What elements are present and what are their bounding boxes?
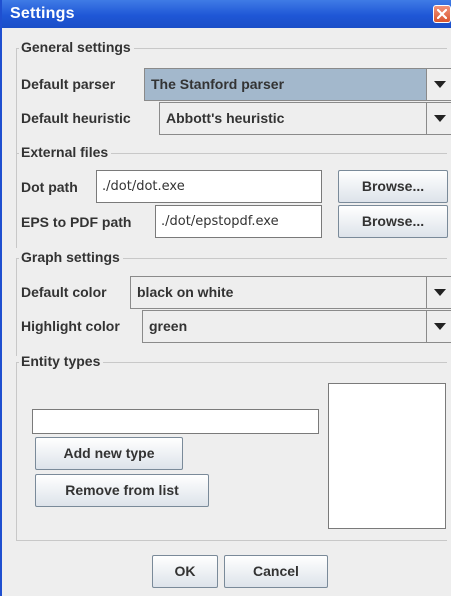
graph-settings-title: Graph settings (19, 249, 123, 265)
default-heuristic-select[interactable]: Abbott's heuristic (159, 102, 451, 135)
general-settings-title: General settings (19, 39, 134, 55)
dot-path-input[interactable] (96, 170, 322, 203)
entity-types-list[interactable] (328, 383, 446, 529)
default-color-select[interactable]: black on white (130, 276, 451, 309)
eps-to-pdf-browse-button[interactable]: Browse... (338, 205, 448, 238)
new-entity-type-input[interactable] (32, 409, 319, 434)
close-button[interactable] (433, 5, 451, 23)
title-bar[interactable]: Settings (2, 0, 451, 28)
highlight-color-label: Highlight color (21, 318, 120, 334)
entity-types-title: Entity types (19, 353, 104, 369)
default-color-value: black on white (137, 284, 234, 300)
external-files-border-left (16, 153, 17, 248)
remove-from-list-button[interactable]: Remove from list (35, 474, 209, 507)
window-title: Settings (10, 5, 75, 22)
default-parser-dropdown-button[interactable] (426, 69, 451, 100)
chevron-down-icon (434, 323, 446, 330)
eps-to-pdf-path-input[interactable] (155, 205, 322, 238)
default-parser-select[interactable]: The Stanford parser (144, 68, 451, 101)
default-parser-label: Default parser (21, 76, 116, 92)
general-settings-border-left (16, 48, 17, 153)
settings-dialog: Settings General settings Default parser… (0, 0, 451, 596)
default-heuristic-value: Abbott's heuristic (166, 110, 285, 126)
graph-settings-border-left (16, 258, 17, 356)
dot-path-browse-button[interactable]: Browse... (338, 170, 448, 203)
ok-button[interactable]: OK (152, 555, 218, 588)
default-color-dropdown-button[interactable] (426, 277, 451, 308)
default-color-label: Default color (21, 284, 107, 300)
chevron-down-icon (434, 115, 446, 122)
chevron-down-icon (434, 81, 446, 88)
entity-types-border-bottom (16, 540, 447, 541)
cancel-button[interactable]: Cancel (224, 555, 328, 588)
default-heuristic-dropdown-button[interactable] (426, 103, 451, 134)
highlight-color-select[interactable]: green (142, 310, 451, 343)
dot-path-label: Dot path (21, 179, 78, 195)
close-icon (437, 9, 447, 19)
chevron-down-icon (434, 289, 446, 296)
default-parser-value: The Stanford parser (151, 76, 285, 92)
add-new-type-button[interactable]: Add new type (35, 437, 183, 470)
entity-types-border-left (16, 362, 17, 540)
highlight-color-value: green (149, 318, 188, 334)
highlight-color-dropdown-button[interactable] (426, 311, 451, 342)
eps-to-pdf-path-label: EPS to PDF path (21, 214, 132, 230)
default-heuristic-label: Default heuristic (21, 110, 131, 126)
external-files-title: External files (19, 144, 112, 160)
